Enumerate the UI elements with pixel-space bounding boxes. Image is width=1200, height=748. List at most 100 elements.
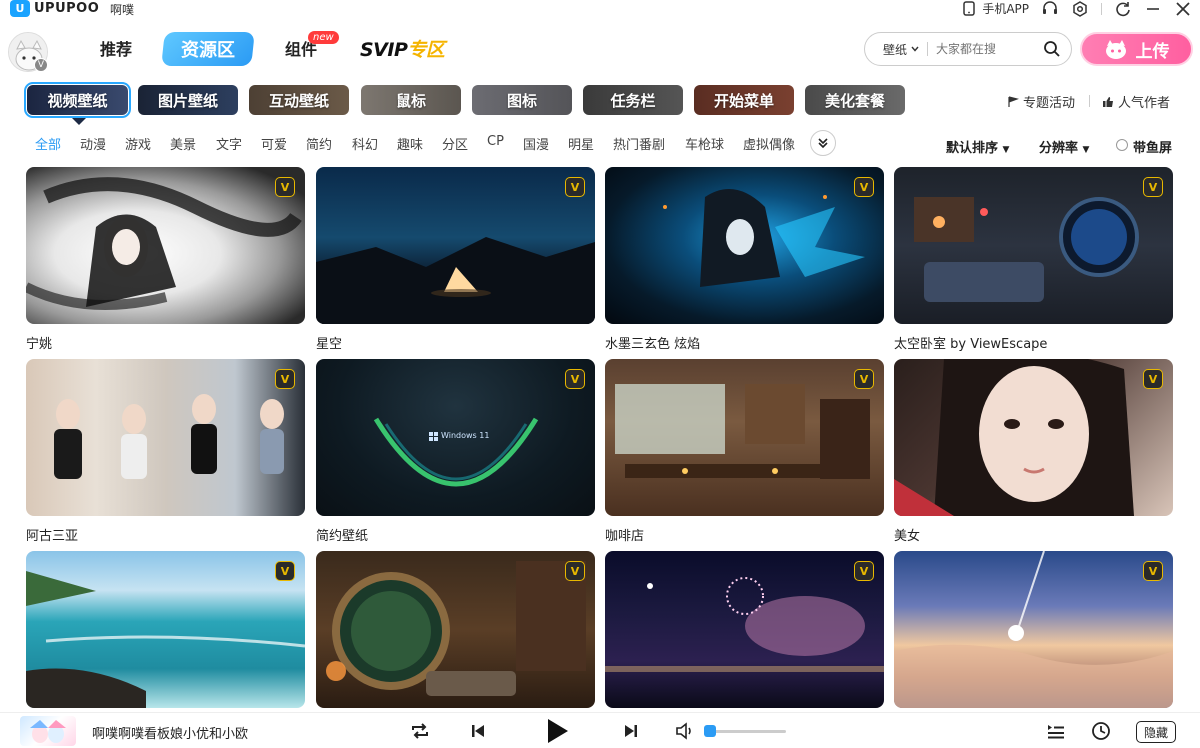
phone-icon[interactable] (960, 0, 978, 17)
app-logo-icon: U (10, 0, 30, 17)
wallpaper-thumbnail[interactable]: V (316, 167, 595, 324)
search-icon[interactable] (1043, 40, 1061, 58)
upload-button[interactable]: 上传 (1080, 32, 1193, 66)
filter-item[interactable]: 科幻 (352, 134, 378, 153)
volume-slider[interactable] (706, 730, 786, 733)
category-icons[interactable]: 图标 (472, 85, 572, 115)
category-interactive[interactable]: 互动壁纸 (249, 85, 349, 115)
player-title: 啊噗啊噗看板娘小优和小欧 (92, 727, 249, 742)
mobile-app-link[interactable]: 手机APP (982, 0, 1029, 17)
category-label: 开始菜单 (713, 91, 774, 110)
sort-default-select[interactable]: 默认排序 ▼ (946, 137, 1009, 156)
sort-default-label: 默认排序 (946, 141, 999, 156)
wallpaper-card[interactable]: Windows 11 V 简约壁纸 (316, 359, 595, 544)
vip-badge: V (565, 177, 585, 197)
filter-item[interactable]: 热门番剧 (613, 134, 665, 153)
nav-resources[interactable]: 资源区 (161, 32, 255, 66)
wallpaper-thumbnail[interactable]: V (605, 167, 884, 324)
popular-authors-link[interactable]: 人气作者 (1102, 92, 1170, 111)
wallpaper-thumbnail[interactable]: V (26, 359, 305, 516)
window-controls: 手机APP (960, 0, 1192, 17)
filter-all[interactable]: 全部 (35, 134, 61, 153)
filter-item[interactable]: 虚拟偶像 (743, 134, 797, 153)
filter-item[interactable]: 可爱 (261, 134, 287, 153)
fish-screen-radio[interactable] (1116, 139, 1128, 151)
filter-item[interactable]: 文字 (216, 134, 242, 153)
filter-item[interactable]: 分区 (442, 134, 468, 153)
wallpaper-card[interactable]: V (605, 551, 884, 717)
wallpaper-card[interactable]: V 星空 (316, 167, 595, 352)
nav-svip[interactable]: SVIP专区 (360, 35, 445, 62)
refresh-icon[interactable] (1114, 0, 1132, 17)
wallpaper-card[interactable]: V (894, 551, 1173, 717)
wallpaper-thumbnail[interactable]: V (26, 551, 305, 708)
filter-item[interactable]: 动漫 (80, 134, 106, 153)
search-scope-select[interactable]: 壁纸 (883, 41, 919, 58)
search-input[interactable] (936, 42, 1037, 56)
next-icon[interactable] (619, 719, 643, 743)
wallpaper-thumbnail[interactable]: V (316, 551, 595, 708)
double-chevron-down-icon (818, 138, 828, 149)
hide-button[interactable]: 隐藏 (1136, 721, 1176, 743)
category-theme-pack[interactable]: 美化套餐 (805, 85, 905, 115)
vip-badge: V (854, 561, 874, 581)
wallpaper-thumbnail[interactable]: V (605, 551, 884, 708)
wallpaper-thumbnail[interactable]: V (894, 551, 1173, 708)
filter-item[interactable]: 明星 (568, 134, 594, 153)
filter-item[interactable]: 美景 (170, 134, 196, 153)
app-subtitle: 啊噗 (110, 3, 135, 17)
category-video[interactable]: 视频壁纸 (24, 82, 131, 118)
wallpaper-card[interactable]: V 太空卧室 by ViewEscape (894, 167, 1173, 352)
filter-item[interactable]: 游戏 (125, 134, 151, 153)
sort-resolution-select[interactable]: 分辨率 ▼ (1039, 137, 1089, 156)
minimize-icon[interactable] (1144, 0, 1162, 17)
wallpaper-card[interactable]: V 宁姚 (26, 167, 305, 352)
wallpaper-card[interactable]: V (316, 551, 595, 717)
close-icon[interactable] (1174, 0, 1192, 17)
category-image[interactable]: 图片壁纸 (138, 85, 238, 115)
wallpaper-thumbnail[interactable]: V (605, 359, 884, 516)
vip-badge: V (565, 561, 585, 581)
category-label: 互动壁纸 (268, 91, 329, 110)
player-thumbnail[interactable] (20, 716, 76, 746)
settings-icon[interactable] (1071, 0, 1089, 17)
vip-badge: V (275, 561, 295, 581)
wallpaper-card[interactable]: V 美女 (894, 359, 1173, 544)
wallpaper-card[interactable]: V 阿古三亚 (26, 359, 305, 544)
expand-filters-button[interactable] (810, 130, 836, 156)
playlist-icon[interactable] (1044, 719, 1068, 743)
topic-link[interactable]: 专题活动 (1007, 92, 1075, 111)
vip-badge: V (1143, 369, 1163, 389)
wallpaper-thumbnail[interactable]: V (26, 167, 305, 324)
play-icon[interactable] (543, 717, 571, 745)
vip-badge: V (1143, 177, 1163, 197)
previous-icon[interactable] (466, 719, 490, 743)
svip-prefix: SVIP (360, 39, 408, 61)
filter-item[interactable]: 趣味 (397, 134, 423, 153)
wallpaper-title: 简约壁纸 (316, 529, 369, 544)
headset-icon[interactable] (1041, 0, 1059, 17)
category-cursor[interactable]: 鼠标 (361, 85, 461, 115)
new-badge: new (308, 31, 339, 44)
timer-icon[interactable] (1089, 719, 1113, 743)
wallpaper-card[interactable]: V (26, 551, 305, 717)
wallpaper-card[interactable]: V 咖啡店 (605, 359, 884, 544)
filter-item[interactable]: CP (487, 134, 504, 149)
wallpaper-thumbnail[interactable]: V (894, 167, 1173, 324)
filter-item[interactable]: 简约 (306, 134, 332, 153)
wallpaper-thumbnail[interactable]: V (894, 359, 1173, 516)
divider (1101, 2, 1102, 15)
fish-screen-label[interactable]: 带鱼屏 (1133, 137, 1172, 156)
volume-slider-handle[interactable] (704, 725, 716, 737)
volume-icon[interactable] (673, 719, 697, 743)
nav-recommend[interactable]: 推荐 (100, 36, 132, 60)
wallpaper-thumbnail[interactable]: Windows 11 V (316, 359, 595, 516)
filter-item[interactable]: 国漫 (523, 134, 549, 153)
category-label: 鼠标 (395, 91, 426, 110)
wallpaper-card[interactable]: V 水墨三玄色 炫焰 (605, 167, 884, 352)
category-taskbar[interactable]: 任务栏 (583, 85, 683, 115)
category-start-menu[interactable]: 开始菜单 (694, 85, 794, 115)
svip-suffix: 专区 (407, 39, 445, 61)
loop-icon[interactable] (408, 719, 432, 743)
filter-item[interactable]: 车枪球 (685, 134, 724, 153)
